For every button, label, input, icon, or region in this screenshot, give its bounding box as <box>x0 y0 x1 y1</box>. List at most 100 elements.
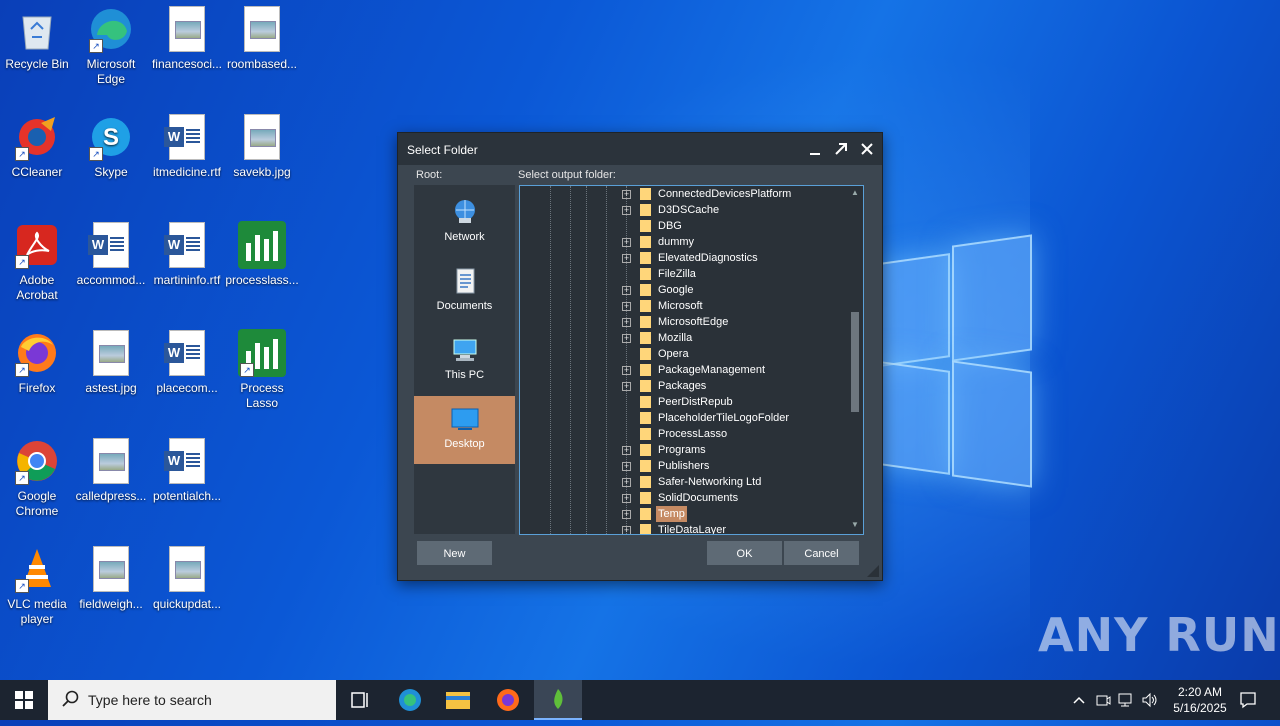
folder-icon <box>640 412 651 424</box>
folder-row[interactable]: ProcessLasso <box>520 426 846 442</box>
folder-icon <box>640 252 651 264</box>
folder-row[interactable]: + Temp <box>520 506 846 522</box>
desktop-icon-item[interactable]: astest.jpg <box>74 329 148 396</box>
desktop-icon-item[interactable]: Witmedicine.rtf <box>150 113 224 180</box>
folder-row[interactable]: + Microsoft <box>520 298 846 314</box>
folder-icon <box>640 364 651 376</box>
tray-network[interactable] <box>1115 680 1139 720</box>
expand-icon[interactable]: + <box>622 286 631 295</box>
tree-scrollbar[interactable]: ▲ ▼ <box>848 186 862 534</box>
desktop-icon-item[interactable]: S ↗ Skype <box>74 113 148 180</box>
expand-icon[interactable]: + <box>622 494 631 503</box>
desktop-icon-item[interactable]: processlass... <box>225 221 299 288</box>
tray-volume[interactable] <box>1139 680 1161 720</box>
taskbar-edge[interactable] <box>386 680 434 720</box>
expand-icon[interactable]: + <box>622 382 631 391</box>
expand-icon[interactable]: + <box>622 366 631 375</box>
expand-icon[interactable]: + <box>622 206 631 215</box>
folder-name: SolidDocuments <box>658 492 739 504</box>
folder-tree[interactable]: + ConnectedDevicesPlatform + D3DSCache DBG + d… <box>519 185 864 535</box>
desktop-icon-item[interactable]: fieldweigh... <box>74 545 148 612</box>
dialog-title-bar[interactable]: Select Folder <box>398 133 882 165</box>
close-button[interactable] <box>856 139 878 159</box>
desktop-icon-item[interactable]: calledpress... <box>74 437 148 504</box>
expand-icon[interactable]: + <box>622 526 631 534</box>
minimize-button[interactable] <box>804 139 826 159</box>
cancel-button[interactable]: Cancel <box>784 541 859 565</box>
expand-icon[interactable]: + <box>622 318 631 327</box>
folder-row[interactable]: + Google <box>520 282 846 298</box>
desktop-icon-item[interactable]: Wmartininfo.rtf <box>150 221 224 288</box>
desktop-icon-item[interactable]: ↗ Microsoft Edge <box>74 5 148 87</box>
desktop-icon-item[interactable]: ↗ Process Lasso <box>225 329 299 411</box>
folder-row[interactable]: + PackageManagement <box>520 362 846 378</box>
tray-meet-now[interactable] <box>1092 680 1114 720</box>
folder-row[interactable]: PlaceholderTileLogoFolder <box>520 410 846 426</box>
action-center-button[interactable] <box>1234 680 1262 720</box>
folder-row[interactable]: + D3DSCache <box>520 202 846 218</box>
desktop-icon-item[interactable]: ↗ Adobe Acrobat <box>0 221 74 303</box>
scroll-down-icon[interactable]: ▼ <box>851 520 859 530</box>
taskbar-file-explorer[interactable] <box>434 680 482 720</box>
folder-row[interactable]: + dummy <box>520 234 846 250</box>
folder-icon <box>446 692 470 709</box>
desktop-icon-item[interactable]: Recycle Bin <box>0 5 74 72</box>
desktop-icon-item[interactable]: roombased... <box>225 5 299 72</box>
folder-row[interactable]: Opera <box>520 346 846 362</box>
start-button[interactable] <box>0 680 48 720</box>
folder-row[interactable]: + Programs <box>520 442 846 458</box>
desktop-icon-item[interactable]: ↗ Google Chrome <box>0 437 74 519</box>
desktop-icon-item[interactable]: Waccommod... <box>74 221 148 288</box>
taskbar-process-lasso[interactable] <box>534 680 582 720</box>
expand-icon[interactable]: + <box>622 190 631 199</box>
place-label: Desktop <box>444 438 485 450</box>
taskbar-clock[interactable]: 2:20 AM 5/16/2025 <box>1160 684 1240 716</box>
folder-row[interactable]: FileZilla <box>520 266 846 282</box>
expand-icon[interactable]: + <box>622 478 631 487</box>
expand-icon[interactable]: + <box>622 238 631 247</box>
desktop-icon-item[interactable]: ↗ CCleaner <box>0 113 74 180</box>
desktop-icon-item[interactable]: Wplacecom... <box>150 329 224 396</box>
place-network[interactable]: Network <box>414 189 515 257</box>
ok-button[interactable]: OK <box>707 541 782 565</box>
new-folder-button[interactable]: New <box>417 541 492 565</box>
expand-icon[interactable]: + <box>622 302 631 311</box>
folder-row[interactable]: + ConnectedDevicesPlatform <box>520 186 846 202</box>
expand-icon[interactable]: + <box>622 334 631 343</box>
place-desktop[interactable]: Desktop <box>414 396 515 464</box>
task-view-button[interactable] <box>336 680 384 720</box>
folder-row[interactable]: + SolidDocuments <box>520 490 846 506</box>
scrollbar-thumb[interactable] <box>851 312 859 412</box>
desktop-icon-item[interactable]: Wpotentialch... <box>150 437 224 504</box>
folder-icon <box>640 476 651 488</box>
folder-row[interactable]: + Mozilla <box>520 330 846 346</box>
folder-row[interactable]: + Publishers <box>520 458 846 474</box>
maximize-button[interactable] <box>830 139 852 159</box>
place-this-pc[interactable]: This PC <box>414 327 515 395</box>
folder-row[interactable]: + ElevatedDiagnostics <box>520 250 846 266</box>
expand-icon[interactable]: + <box>622 254 631 263</box>
expand-icon[interactable]: + <box>622 446 631 455</box>
word-doc-icon: W <box>163 221 211 269</box>
folder-row[interactable]: + TileDataLayer <box>520 522 846 534</box>
folder-row[interactable]: PeerDistRepub <box>520 394 846 410</box>
scroll-up-icon[interactable]: ▲ <box>851 188 859 198</box>
process-lasso-icon: ↗ <box>238 329 286 377</box>
taskbar-firefox[interactable] <box>484 680 532 720</box>
folder-row[interactable]: + Packages <box>520 378 846 394</box>
desktop-icon-item[interactable]: savekb.jpg <box>225 113 299 180</box>
place-documents[interactable]: Documents <box>414 258 515 326</box>
folder-row[interactable]: DBG <box>520 218 846 234</box>
expand-icon[interactable]: + <box>622 510 631 519</box>
resize-grip-icon[interactable] <box>866 564 880 578</box>
image-file-icon <box>87 329 135 377</box>
tray-overflow-button[interactable] <box>1068 680 1090 720</box>
desktop-icon-item[interactable]: ↗ VLC media player <box>0 545 74 627</box>
taskbar-search-box[interactable]: Type here to search <box>48 680 336 720</box>
folder-row[interactable]: + MicrosoftEdge <box>520 314 846 330</box>
desktop-icon-item[interactable]: quickupdat... <box>150 545 224 612</box>
folder-row[interactable]: + Safer-Networking Ltd <box>520 474 846 490</box>
desktop-icon-item[interactable]: ↗ Firefox <box>0 329 74 396</box>
expand-icon[interactable]: + <box>622 462 631 471</box>
desktop-icon-item[interactable]: financesoci... <box>150 5 224 72</box>
